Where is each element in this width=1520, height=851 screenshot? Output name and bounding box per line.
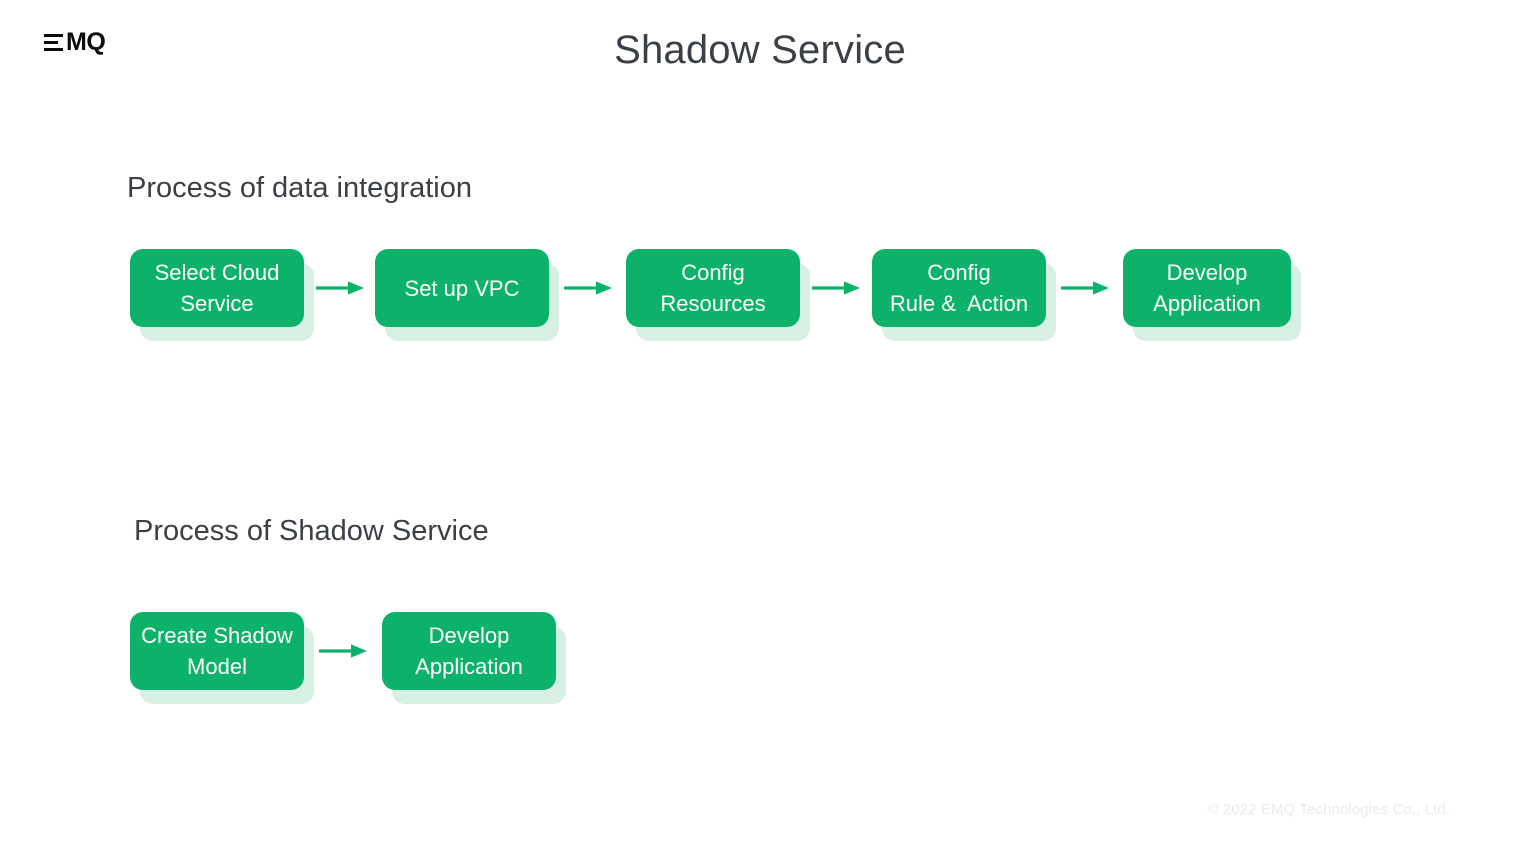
flow-arrow-icon bbox=[549, 268, 626, 308]
flow-node-set-up-vpc[interactable]: Set up VPC bbox=[375, 249, 559, 341]
flow-node-label: Set up VPC bbox=[404, 275, 520, 301]
node-body: Develop Application bbox=[1123, 249, 1291, 327]
node-body: Develop Application bbox=[382, 612, 556, 690]
flow-arrow-icon bbox=[1046, 268, 1123, 308]
flow-node-config-rule-action[interactable]: Config Rule & Action bbox=[872, 249, 1056, 341]
flow-arrow-icon bbox=[304, 631, 382, 671]
flow-arrow-icon bbox=[304, 268, 375, 308]
flow-arrow-icon bbox=[800, 268, 872, 308]
node-body: Select Cloud Service bbox=[130, 249, 304, 327]
flow-node-label: Develop Application bbox=[1153, 260, 1261, 316]
flow-node-label: Create Shadow Model bbox=[141, 623, 293, 679]
flow-node-label: Config Resources bbox=[660, 260, 766, 316]
flow-node-label: Select Cloud Service bbox=[154, 260, 280, 316]
copyright-footer: © 2022 EMQ Technologies Co., Ltd. bbox=[1207, 801, 1450, 818]
node-body: Config Rule & Action bbox=[872, 249, 1046, 327]
flow-shadow-service: Create Shadow Model Develop Application bbox=[130, 612, 566, 704]
flow-node-label: Develop Application bbox=[415, 623, 523, 679]
flow-node-select-cloud-service[interactable]: Select Cloud Service bbox=[130, 249, 314, 341]
section-heading-shadow-service: Process of Shadow Service bbox=[134, 515, 489, 547]
node-body: Create Shadow Model bbox=[130, 612, 304, 690]
node-body: Config Resources bbox=[626, 249, 800, 327]
flow-node-config-resources[interactable]: Config Resources bbox=[626, 249, 810, 341]
flow-node-develop-application-2[interactable]: Develop Application bbox=[382, 612, 566, 704]
page-title: Shadow Service bbox=[614, 28, 906, 72]
flow-node-create-shadow-model[interactable]: Create Shadow Model bbox=[130, 612, 314, 704]
flow-node-label: Config Rule & Action bbox=[889, 260, 1029, 316]
node-body: Set up VPC bbox=[375, 249, 549, 327]
section-heading-data-integration: Process of data integration bbox=[127, 172, 472, 204]
flow-node-develop-application[interactable]: Develop Application bbox=[1123, 249, 1301, 341]
flow-data-integration: Select Cloud Service Set up VPC Config R… bbox=[130, 249, 1301, 341]
